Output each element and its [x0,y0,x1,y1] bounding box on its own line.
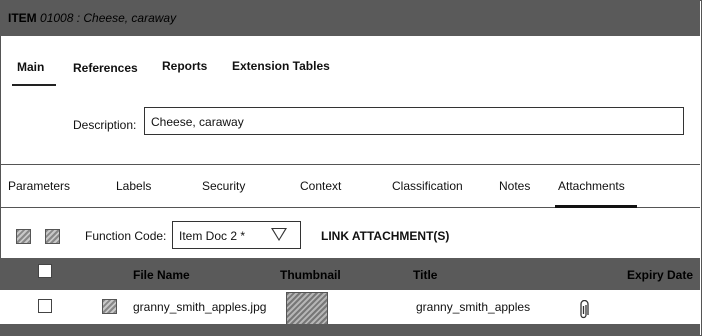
grid-header: File Name Thumbnail Title Expiry Date [0,258,700,290]
image-placeholder-icon[interactable] [102,299,117,314]
tab-context[interactable]: Context [300,179,341,193]
function-code-select[interactable]: Item Doc 2 * [172,221,301,249]
row-title: granny_smith_apples [416,300,531,314]
grid-footer [0,324,700,336]
tab-attachments[interactable]: Attachments [558,179,625,193]
title-bar: ITEM 01008 : Cheese, caraway [0,0,700,36]
description-input[interactable]: Cheese, caraway [144,107,684,135]
tab-reports[interactable]: Reports [162,59,207,73]
tab-classification[interactable]: Classification [392,179,463,193]
item-label: ITEM [8,11,37,25]
column-header-file-name[interactable]: File Name [133,268,190,282]
tab-main[interactable]: Main [17,60,44,74]
paperclip-icon[interactable] [578,299,590,325]
tab-extension-tables[interactable]: Extension Tables [232,59,330,73]
row-thumbnail[interactable] [286,292,328,326]
tab-labels[interactable]: Labels [116,179,151,193]
tab-security[interactable]: Security [202,179,245,193]
column-header-thumbnail[interactable]: Thumbnail [280,268,341,282]
description-label: Description: [73,118,137,132]
row-file-name[interactable]: granny_smith_apples.jpg [133,300,266,314]
function-code-value: Item Doc 2 * [179,229,246,243]
tab-parameters[interactable]: Parameters [8,179,70,193]
window-title: ITEM 01008 : Cheese, caraway [8,11,176,25]
link-attachments-button[interactable]: LINK ATTACHMENT(S) [321,229,449,243]
tab-main-underline [12,84,56,86]
item-code: 01008 : Cheese, caraway [40,11,177,25]
tab-references[interactable]: References [73,61,138,75]
function-code-label: Function Code: [85,229,167,243]
image-placeholder-icon[interactable] [16,229,31,244]
tab-attachments-underline [555,205,637,208]
triangle-down-icon-fill [273,229,285,239]
divider [0,164,700,165]
select-all-checkbox[interactable] [38,264,52,278]
column-header-expiry-date[interactable]: Expiry Date [627,268,693,282]
column-header-title[interactable]: Title [413,268,437,282]
tab-notes[interactable]: Notes [499,179,530,193]
image-placeholder-icon[interactable] [45,229,60,244]
row-checkbox[interactable] [38,299,52,313]
